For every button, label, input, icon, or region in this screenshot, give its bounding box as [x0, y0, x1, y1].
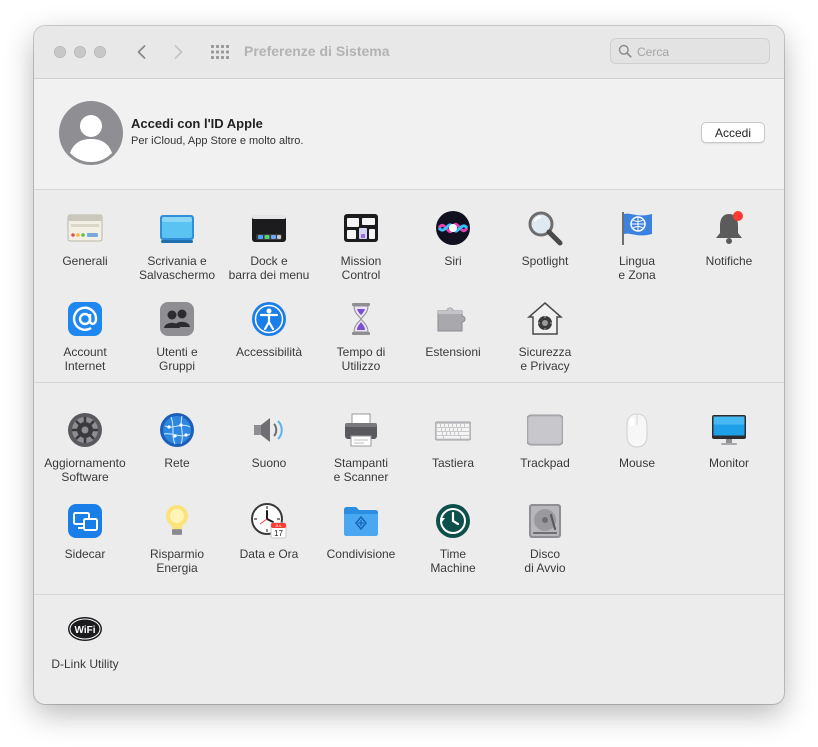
forward-arrow-icon[interactable]	[168, 42, 188, 62]
search-field[interactable]	[610, 38, 770, 64]
close-window-button[interactable]	[54, 46, 66, 58]
apple-id-subtitle: Per iCloud, App Store e molto altro.	[131, 135, 304, 147]
software-update-icon	[67, 412, 103, 448]
window-title: Preferenze di Sistema	[244, 43, 390, 59]
hardware-prefs-section: Aggiornamento Software Rete Suono Stampa…	[34, 383, 784, 595]
title-bar: Preferenze di Sistema	[34, 26, 784, 79]
pane-mouse[interactable]: Mouse	[591, 412, 683, 502]
sidecar-icon	[67, 503, 103, 539]
network-icon	[159, 412, 195, 448]
user-avatar-icon	[59, 101, 123, 165]
dlink-wifi-icon: WiFi	[67, 615, 103, 651]
pane-sharing[interactable]: Condivisione	[315, 503, 407, 593]
pane-security-privacy[interactable]: Sicurezza e Privacy	[499, 301, 591, 391]
pane-dlink-utility[interactable]: WiFi D-Link Utility	[39, 611, 131, 701]
system-preferences-window: Preferenze di Sistema Accedi con l'ID Ap…	[34, 26, 784, 704]
energy-saver-icon	[159, 503, 195, 539]
mouse-icon	[619, 412, 655, 448]
users-groups-icon	[159, 301, 195, 337]
sharing-icon	[343, 503, 379, 539]
spotlight-icon	[527, 210, 563, 246]
pane-extensions[interactable]: Estensioni	[407, 301, 499, 391]
pane-startup-disk[interactable]: Disco di Avvio	[499, 503, 591, 593]
accessibility-icon	[251, 301, 287, 337]
sound-icon	[251, 412, 287, 448]
general-icon	[67, 210, 103, 246]
wifi-badge-text: WiFi	[74, 625, 95, 636]
calendar-day-label: 17	[274, 529, 283, 538]
pane-software-update[interactable]: Aggiornamento Software	[39, 412, 131, 502]
back-arrow-icon[interactable]	[132, 42, 152, 62]
show-all-grid-icon[interactable]	[210, 44, 230, 60]
other-prefs-section: WiFi D-Link Utility	[34, 595, 784, 704]
personal-prefs-section: Generali Scrivania e Salvaschermo Dock e…	[34, 190, 784, 383]
pane-trackpad[interactable]: Trackpad	[499, 412, 591, 502]
dock-menubar-icon	[251, 210, 287, 246]
pane-dock-menubar[interactable]: Dock e barra dei menu	[223, 210, 315, 300]
pane-notifications[interactable]: Notifiche	[683, 210, 775, 300]
pane-time-machine[interactable]: Time Machine	[407, 503, 499, 593]
language-region-icon	[619, 210, 655, 246]
trackpad-icon	[526, 412, 564, 448]
minimize-window-button[interactable]	[74, 46, 86, 58]
pane-screen-time[interactable]: Tempo di Utilizzo	[315, 301, 407, 391]
pane-sidecar[interactable]: Sidecar	[39, 503, 131, 593]
apple-id-banner: Accedi con l'ID Apple Per iCloud, App St…	[34, 79, 784, 190]
pane-energy-saver[interactable]: Risparmio Energia	[131, 503, 223, 593]
pane-internet-accounts[interactable]: Account Internet	[39, 301, 131, 391]
search-icon	[618, 44, 632, 58]
pane-displays[interactable]: Monitor	[683, 412, 775, 502]
printers-scanners-icon	[343, 412, 379, 448]
sign-in-button[interactable]: Accedi	[701, 122, 765, 143]
mission-control-icon	[343, 210, 379, 246]
date-time-icon: JUL 17	[251, 503, 287, 539]
desktop-screensaver-icon	[159, 210, 195, 246]
pane-spotlight[interactable]: Spotlight	[499, 210, 591, 300]
apple-id-title: Accedi con l'ID Apple	[131, 116, 263, 131]
pane-users-groups[interactable]: Utenti e Gruppi	[131, 301, 223, 391]
keyboard-icon	[434, 412, 472, 448]
time-machine-icon	[435, 503, 471, 539]
pane-language-region[interactable]: Lingua e Zona	[591, 210, 683, 300]
displays-icon	[711, 412, 747, 448]
siri-icon	[435, 210, 471, 246]
pane-printers-scanners[interactable]: Stampanti e Scanner	[315, 412, 407, 502]
pane-network[interactable]: Rete	[131, 412, 223, 502]
screen-time-icon	[343, 301, 379, 337]
security-privacy-icon	[527, 301, 563, 337]
pane-date-time[interactable]: JUL 17 Data e Ora	[223, 503, 315, 593]
search-input[interactable]	[635, 42, 767, 62]
pane-keyboard[interactable]: Tastiera	[407, 412, 499, 502]
pane-desktop-screensaver[interactable]: Scrivania e Salvaschermo	[131, 210, 223, 300]
startup-disk-icon	[527, 503, 563, 539]
pane-general[interactable]: Generali	[39, 210, 131, 300]
zoom-window-button[interactable]	[94, 46, 106, 58]
calendar-month-label: JUL	[275, 524, 282, 528]
pane-accessibility[interactable]: Accessibilità	[223, 301, 315, 391]
internet-accounts-icon	[67, 301, 103, 337]
notifications-icon	[711, 210, 747, 246]
pane-siri[interactable]: Siri	[407, 210, 499, 300]
pane-mission-control[interactable]: Mission Control	[315, 210, 407, 300]
pane-sound[interactable]: Suono	[223, 412, 315, 502]
extensions-icon	[435, 301, 471, 337]
